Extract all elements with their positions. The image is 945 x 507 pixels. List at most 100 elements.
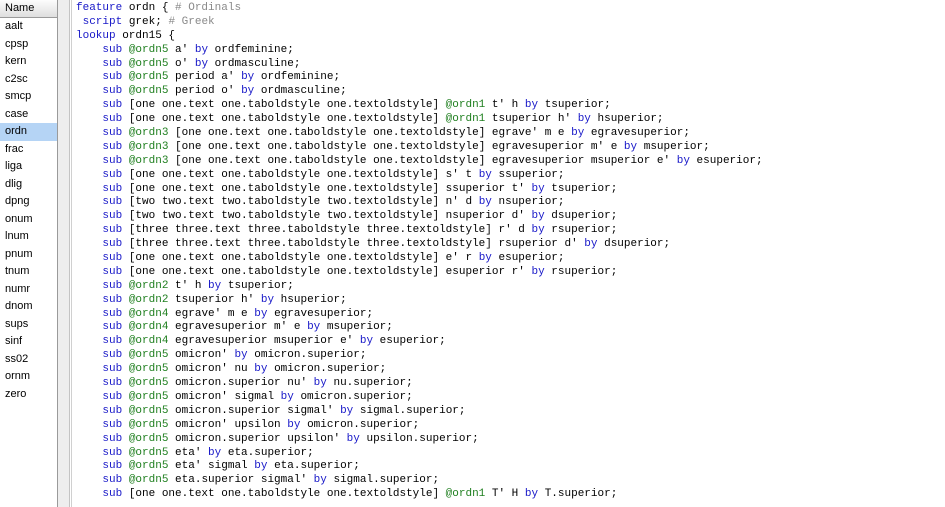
keyword-token: sub [102, 154, 123, 167]
keyword-token: sub [102, 474, 123, 487]
class-token: @ordn5 [128, 43, 169, 56]
feature-item-c2sc[interactable]: c2sc [0, 71, 57, 89]
feature-item-ornm[interactable]: ornm [0, 368, 57, 386]
class-token: @ordn5 [128, 85, 169, 98]
keyword-token: sub [102, 460, 123, 473]
feature-item-smcp[interactable]: smcp [0, 88, 57, 106]
feature-item-sinf[interactable]: sinf [0, 333, 57, 351]
keyword-token: by [359, 335, 374, 348]
feature-item-cpsp[interactable]: cpsp [0, 36, 57, 54]
feature-item-dlig[interactable]: dlig [0, 176, 57, 194]
text-token: eta.superior; [267, 460, 360, 473]
feature-code[interactable]: feature ordn { # Ordinals script grek; #… [72, 0, 945, 502]
text-token: ordmasculine; [254, 85, 347, 98]
code-line: sub @ordn5 omicron' sigmal by omicron.su… [76, 391, 945, 405]
code-line: sub @ordn5 period o' by ordmasculine; [76, 85, 945, 99]
class-token: @ordn5 [128, 460, 169, 473]
feature-list-panel: Name aalt cpsp kern c2sc smcp case ordn frac lig… [0, 0, 58, 507]
keyword-token: by [531, 265, 545, 278]
keyword-token: by [571, 127, 585, 140]
code-line: sub [one one.text one.taboldstyle one.te… [76, 169, 945, 183]
keyword-token: by [346, 432, 360, 445]
text-token: omicron.superior sigmal' [168, 404, 341, 417]
keyword-token: by [287, 418, 301, 431]
code-line: sub [two two.text two.taboldstyle two.te… [76, 210, 945, 224]
class-token: @ordn3 [128, 127, 169, 140]
class-token: @ordn2 [128, 279, 169, 292]
text-token: hsuperior; [274, 293, 347, 306]
text-token: rsuperior; [544, 224, 618, 237]
keyword-token: by [531, 224, 545, 237]
text-token: eta.superior sigmal' [168, 474, 314, 487]
code-line: sub @ordn5 eta' sigmal by eta.superior; [76, 460, 945, 474]
keyword-token: sub [102, 404, 123, 417]
keyword-token: sub [102, 321, 123, 334]
text-token: [one one.text one.taboldstyle one.textol… [122, 488, 446, 501]
keyword-token: by [194, 43, 209, 56]
text-token: dsuperior; [597, 238, 671, 251]
keyword-token: by [577, 113, 591, 126]
feature-item-zero[interactable]: zero [0, 386, 57, 404]
feature-item-pnum[interactable]: pnum [0, 246, 57, 264]
text-token: [one one.text one.taboldstyle one.textol… [122, 252, 479, 265]
feature-item-frac[interactable]: frac [0, 141, 57, 159]
feature-item-liga[interactable]: liga [0, 158, 57, 176]
code-editor[interactable]: feature ordn { # Ordinals script grek; #… [71, 0, 945, 507]
feature-item-ordn[interactable]: ordn [0, 123, 57, 141]
code-line: sub @ordn5 omicron' nu by omicron.superi… [76, 363, 945, 377]
feature-item-numr[interactable]: numr [0, 281, 57, 299]
keyword-token: by [280, 390, 294, 403]
text-token: o' [168, 57, 195, 70]
keyword-token: by [524, 99, 539, 112]
feature-list-header[interactable]: Name [0, 0, 57, 18]
feature-item-dpng[interactable]: dpng [0, 193, 57, 211]
text-token: omicron.superior upsilon' [168, 432, 347, 445]
text-token: upsilon.superior; [359, 432, 479, 445]
class-token: @ordn5 [128, 474, 169, 487]
class-token: @ordn5 [128, 418, 169, 431]
code-line: lookup ordn15 { [76, 30, 945, 44]
feature-item-sups[interactable]: sups [0, 316, 57, 334]
code-line: sub [one one.text one.taboldstyle one.te… [76, 183, 945, 197]
feature-item-lnum[interactable]: lnum [0, 228, 57, 246]
text-token: [three three.text three.taboldstyle thre… [122, 224, 532, 237]
text-token: esuperior; [689, 154, 763, 167]
feature-item-aalt[interactable]: aalt [0, 18, 57, 36]
feature-item-tnum[interactable]: tnum [0, 263, 57, 281]
keyword-token: sub [102, 140, 123, 153]
code-line: sub [one one.text one.taboldstyle one.te… [76, 113, 945, 127]
keyword-token: sub [102, 113, 123, 126]
text-token: omicron.superior; [267, 363, 387, 376]
keyword-token: sub [102, 363, 123, 376]
class-token: @ordn5 [128, 390, 169, 403]
feature-item-dnom[interactable]: dnom [0, 298, 57, 316]
keyword-token: sub [102, 210, 123, 223]
feature-item-case[interactable]: case [0, 106, 57, 124]
text-token: msuperior; [320, 321, 393, 334]
keyword-token: by [340, 404, 354, 417]
panel-splitter[interactable] [58, 0, 70, 507]
class-token: @ordn3 [128, 140, 169, 153]
keyword-token: by [307, 321, 321, 334]
keyword-token: feature [76, 2, 123, 14]
feature-item-onum[interactable]: onum [0, 211, 57, 229]
feature-item-kern[interactable]: kern [0, 53, 57, 71]
text-token: [three three.text three.taboldstyle thre… [122, 238, 585, 251]
feature-item-ss02[interactable]: ss02 [0, 351, 57, 369]
